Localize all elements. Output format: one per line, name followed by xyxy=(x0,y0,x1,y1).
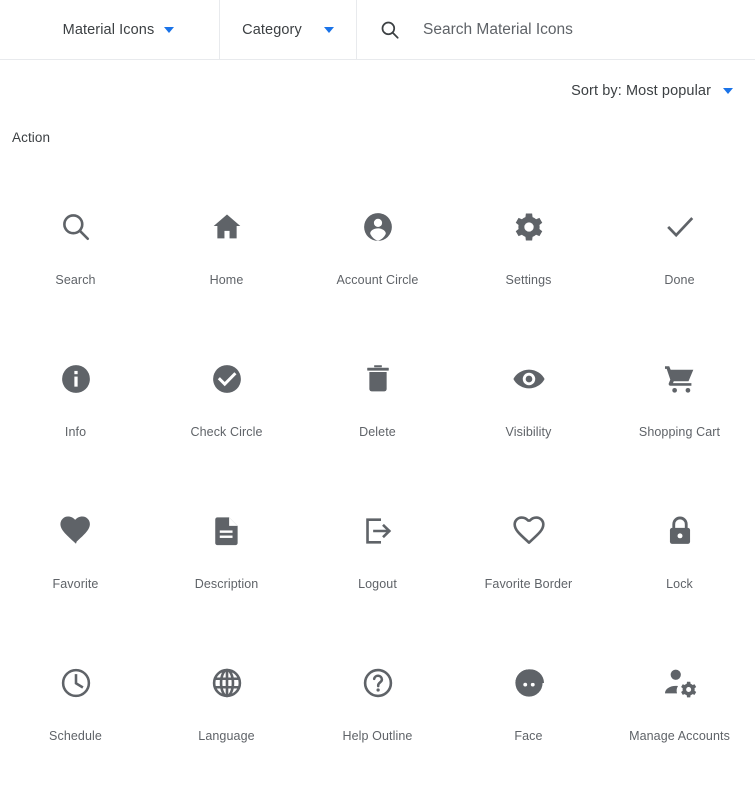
logout-arrow-icon xyxy=(359,512,397,550)
icon-label: Shopping Cart xyxy=(638,425,721,439)
icon-label: Logout xyxy=(358,577,397,591)
icon-card[interactable]: Account Circle xyxy=(302,178,453,330)
icon-label: Account Circle xyxy=(336,273,419,287)
category-filter-label: Category xyxy=(242,22,302,38)
icon-card[interactable]: Manage Accounts xyxy=(604,634,755,786)
icon-label: Description xyxy=(194,577,259,591)
icon-label: Visibility xyxy=(505,425,552,439)
icon-label: Done xyxy=(664,273,695,287)
icon-label: Info xyxy=(64,425,87,439)
check-circle-filled-icon xyxy=(208,360,246,398)
icon-card[interactable]: Description xyxy=(151,482,302,634)
icon-label: Home xyxy=(209,273,244,287)
icon-card[interactable]: Delete xyxy=(302,330,453,482)
search-icon xyxy=(57,208,95,246)
chevron-down-icon xyxy=(323,27,334,33)
category-filter[interactable]: Category xyxy=(220,0,357,60)
icon-card[interactable]: Lock xyxy=(604,482,755,634)
chevron-down-icon xyxy=(164,27,175,33)
icon-card[interactable]: Face xyxy=(453,634,604,786)
sort-by-label: Sort by: Most popular xyxy=(571,83,711,99)
sort-by-dropdown[interactable]: Sort by: Most popular xyxy=(571,83,733,99)
account-circle-icon xyxy=(359,208,397,246)
document-lines-icon xyxy=(208,512,246,550)
icon-card[interactable]: Home xyxy=(151,178,302,330)
icon-card[interactable]: Search xyxy=(0,178,151,330)
trash-can-icon xyxy=(359,360,397,398)
icon-label: Manage Accounts xyxy=(629,729,730,743)
icon-label: Lock xyxy=(666,577,693,591)
icon-card[interactable]: Language xyxy=(151,634,302,786)
icon-label: Favorite xyxy=(52,577,99,591)
icon-card[interactable]: Check Circle xyxy=(151,330,302,482)
chevron-down-icon xyxy=(723,88,733,94)
icon-label: Help Outline xyxy=(342,729,413,743)
heart-filled-icon xyxy=(57,512,95,550)
icon-label: Settings xyxy=(505,273,552,287)
lock-closed-icon xyxy=(661,512,699,550)
icon-card[interactable]: Logout xyxy=(302,482,453,634)
icon-card[interactable]: Done xyxy=(604,178,755,330)
search-input[interactable] xyxy=(423,13,753,47)
product-selector-label: Material Icons xyxy=(62,22,155,38)
icon-card[interactable]: Visibility xyxy=(453,330,604,482)
icon-label: Search xyxy=(55,273,96,287)
icon-label: Favorite Border xyxy=(484,577,573,591)
eye-icon xyxy=(510,360,548,398)
icon-card[interactable]: Favorite Border xyxy=(453,482,604,634)
face-icon xyxy=(510,664,548,702)
icon-label: Check Circle xyxy=(190,425,263,439)
icon-label: Face xyxy=(514,729,543,743)
heart-outline-icon xyxy=(510,512,548,550)
icon-card[interactable]: Info xyxy=(0,330,151,482)
globe-icon xyxy=(208,664,246,702)
checkmark-icon xyxy=(661,208,699,246)
icon-grid: Search Home Account Circle Settings Done… xyxy=(0,178,755,786)
question-mark-circle-icon xyxy=(359,664,397,702)
info-filled-icon xyxy=(57,360,95,398)
clock-icon xyxy=(57,664,95,702)
section-title: Action xyxy=(12,130,51,145)
icon-card[interactable]: Help Outline xyxy=(302,634,453,786)
icon-card[interactable]: Favorite xyxy=(0,482,151,634)
person-gear-icon xyxy=(661,664,699,702)
sort-bar: Sort by: Most popular xyxy=(0,60,755,122)
icon-card[interactable]: Settings xyxy=(453,178,604,330)
icon-label: Delete xyxy=(359,425,396,439)
search-icon xyxy=(381,21,399,39)
product-selector[interactable]: Material Icons xyxy=(0,0,220,60)
app-header: Material Icons Category xyxy=(0,0,755,60)
settings-gear-icon xyxy=(510,208,548,246)
search-area xyxy=(357,0,755,60)
shopping-cart-icon xyxy=(661,360,699,398)
icon-label: Schedule xyxy=(49,729,102,743)
home-icon xyxy=(208,208,246,246)
icon-label: Language xyxy=(198,729,255,743)
icon-card[interactable]: Shopping Cart xyxy=(604,330,755,482)
icon-card[interactable]: Schedule xyxy=(0,634,151,786)
